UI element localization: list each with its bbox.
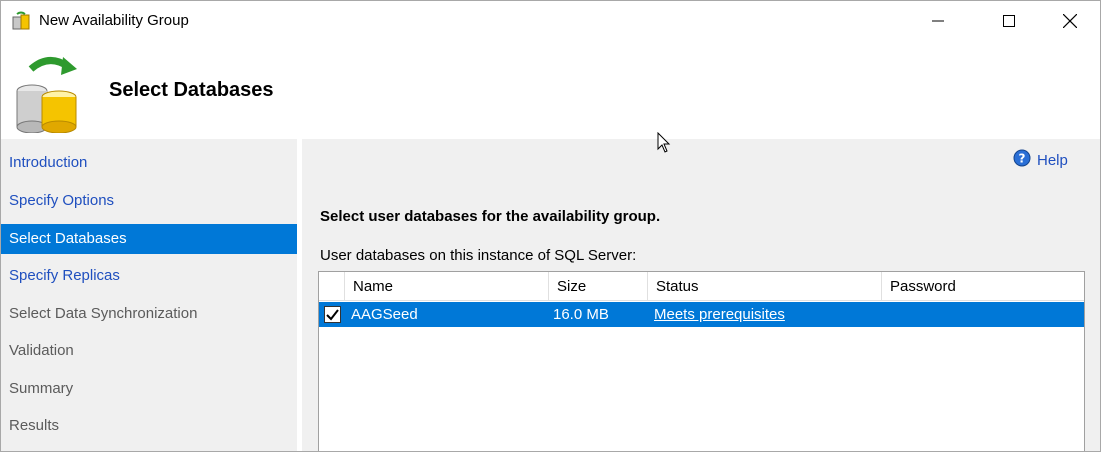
nav-item-specify-options[interactable]: Specify Options bbox=[1, 186, 297, 216]
help-icon: ? bbox=[1013, 149, 1031, 171]
nav-item-introduction[interactable]: Introduction bbox=[1, 148, 297, 178]
maximize-button[interactable] bbox=[986, 1, 1032, 41]
nav-item-select-databases[interactable]: Select Databases bbox=[1, 224, 297, 254]
wizard-nav: Introduction Specify Options Select Data… bbox=[1, 139, 297, 451]
wizard-header: Select Databases bbox=[1, 41, 1100, 139]
minimize-button[interactable] bbox=[915, 1, 961, 41]
nav-item-select-data-synchronization: Select Data Synchronization bbox=[9, 305, 198, 322]
column-header-size[interactable]: Size bbox=[549, 272, 648, 301]
databases-grid: Name Size Status Password AAGSeed 16.0 M… bbox=[318, 271, 1085, 451]
nav-item-specify-replicas[interactable]: Specify Replicas bbox=[1, 261, 297, 291]
cell-password[interactable] bbox=[888, 302, 1078, 327]
instruction-text: Select user databases for the availabili… bbox=[320, 208, 661, 225]
svg-text:?: ? bbox=[1019, 152, 1026, 166]
column-header-status[interactable]: Status bbox=[648, 272, 882, 301]
row-checkbox[interactable] bbox=[324, 306, 341, 323]
cell-size: 16.0 MB bbox=[553, 306, 609, 323]
cell-name: AAGSeed bbox=[351, 306, 418, 323]
help-label: Help bbox=[1037, 151, 1068, 169]
window-title: New Availability Group bbox=[39, 12, 189, 29]
cell-status-link[interactable]: Meets prerequisites bbox=[654, 302, 785, 327]
help-link[interactable]: ? Help bbox=[1013, 149, 1068, 171]
database-sync-icon bbox=[15, 51, 85, 134]
nav-item-results: Results bbox=[9, 417, 60, 434]
page-title: Select Databases bbox=[109, 79, 274, 101]
column-header-name[interactable]: Name bbox=[345, 272, 549, 301]
column-header-password[interactable]: Password bbox=[882, 272, 1084, 301]
main-panel: ? Help Select user databases for the ava… bbox=[302, 139, 1100, 451]
column-header-check[interactable] bbox=[319, 272, 345, 301]
grid-label: User databases on this instance of SQL S… bbox=[320, 247, 637, 264]
title-bar: New Availability Group bbox=[1, 1, 1100, 41]
table-row[interactable]: AAGSeed 16.0 MB Meets prerequisites bbox=[319, 302, 1084, 327]
nav-item-validation: Validation bbox=[9, 342, 74, 359]
close-button[interactable] bbox=[1047, 1, 1093, 41]
ssms-app-icon bbox=[12, 11, 31, 31]
wizard-window: New Availability Group Select Databases … bbox=[0, 0, 1101, 452]
grid-header: Name Size Status Password bbox=[319, 272, 1084, 301]
mouse-pointer-icon bbox=[657, 131, 671, 154]
nav-item-summary: Summary bbox=[9, 380, 74, 397]
